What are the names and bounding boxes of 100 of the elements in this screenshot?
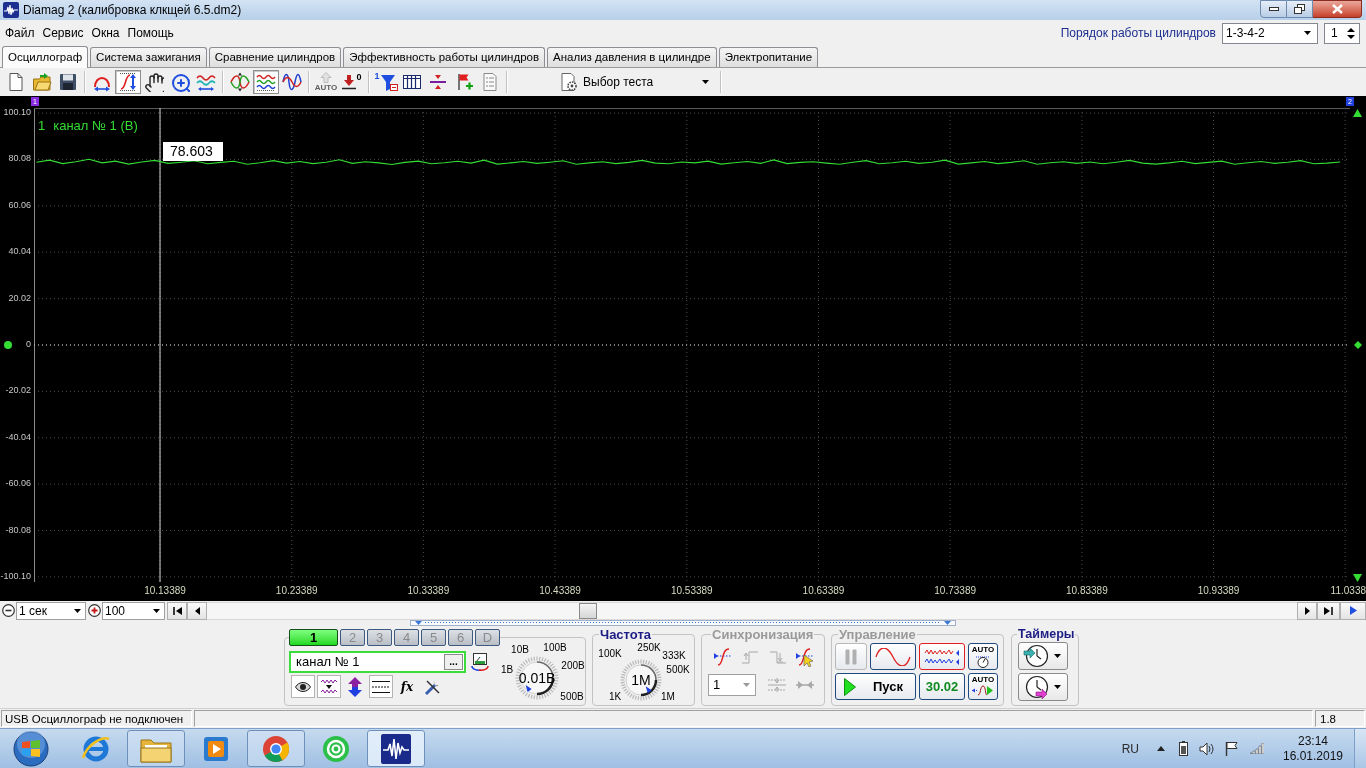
time-scale-select[interactable]: 1 сек: [16, 601, 86, 620]
page-icon: [6, 72, 26, 92]
caret-icon: [153, 608, 160, 613]
menu-item[interactable]: Помощь: [123, 24, 178, 42]
pause-icon: [845, 648, 857, 665]
x-axis-label: 10.83389: [1066, 585, 1108, 597]
y-axis-label: -100.10: [0, 570, 31, 582]
zoom-out-icon[interactable]: [2, 604, 15, 617]
converge-arrows-icon: [795, 680, 815, 690]
triangle-marker-icon[interactable]: [1353, 109, 1362, 117]
status-field: 1.8: [1315, 710, 1365, 727]
x-axis-label: 10.63389: [802, 585, 845, 597]
dial-label: 100В: [543, 641, 567, 653]
timer-start-button[interactable]: [1018, 642, 1068, 670]
timer-stop-button[interactable]: [1018, 673, 1068, 701]
caret-icon: [74, 608, 81, 613]
dial-value: 0.01В: [518, 670, 556, 686]
function-button[interactable]: fx: [395, 675, 419, 698]
meter-button[interactable]: [469, 651, 491, 673]
cylinder-order-select[interactable]: 1-3-4-2: [1222, 22, 1318, 44]
y-axis-label: -80.08: [5, 524, 31, 536]
x-axis-label: 10.43389: [539, 585, 581, 597]
step-down-icon: [768, 648, 787, 666]
concentric-rings-icon: [321, 733, 351, 764]
show-hidden-icon[interactable]: [1157, 746, 1165, 751]
group-title: Частота: [599, 627, 652, 642]
flag-icon[interactable]: [1225, 741, 1239, 756]
taskbar-app[interactable]: [367, 730, 425, 767]
volume-icon[interactable]: [1199, 741, 1215, 756]
y-axis-label: 20.02: [8, 292, 31, 304]
tab[interactable]: Система зажигания: [90, 47, 207, 67]
battery-icon[interactable]: [1179, 741, 1188, 756]
tab[interactable]: Осциллограф: [2, 46, 89, 68]
wave-shape-button[interactable]: [317, 675, 341, 698]
clock[interactable]: 23:14 16.01.2019: [1278, 733, 1348, 764]
group-title: Таймеры: [1017, 627, 1076, 642]
skip-forward-icon: [1324, 606, 1333, 615]
y-axis-label: -60.06: [5, 478, 31, 490]
zoom-in-icon: [170, 72, 190, 92]
close-button[interactable]: [1313, 0, 1362, 18]
zero-level-marker-icon[interactable]: [4, 341, 12, 349]
channel-name-field[interactable]: канал № 1 ...: [289, 651, 466, 673]
menu-item[interactable]: Окна: [87, 24, 124, 42]
caret-icon: [1054, 685, 1061, 689]
last-button[interactable]: [1317, 601, 1340, 620]
tab[interactable]: Эффективность работы цилиндров: [343, 47, 546, 67]
x-axis-label: 11.0338: [1330, 585, 1366, 597]
y-axis-label: 80.08: [8, 153, 31, 165]
stacked-waves-icon: [256, 72, 276, 92]
x-axis-label: 10.73389: [934, 585, 976, 597]
tab[interactable]: Сравнение цилиндров: [208, 47, 342, 67]
y-axis-label: 100.10: [3, 107, 31, 119]
voltage-dial[interactable]: [515, 656, 559, 700]
spin-arrows-icon: [1347, 26, 1355, 40]
menu-item[interactable]: Файл: [1, 24, 39, 42]
waveform-icon: [381, 733, 411, 764]
triangle-marker-icon[interactable]: [1353, 574, 1362, 582]
amplitude-select[interactable]: 100: [102, 601, 165, 620]
stacked-waves-button[interactable]: [253, 70, 279, 94]
window-title: Diamag 2 (калибровка клкщей 6.5.dm2): [23, 2, 242, 18]
overlapping-waves-icon: [282, 72, 302, 92]
left-triangle-icon: [194, 606, 200, 615]
dial-value: 1M: [631, 672, 651, 688]
first-button[interactable]: [167, 601, 187, 620]
meter-arrows-icon: [470, 652, 490, 672]
test-select[interactable]: Выбор теста: [511, 70, 717, 94]
wave-arrow-icon: [196, 72, 216, 92]
browse-button[interactable]: ...: [444, 654, 463, 670]
language-indicator[interactable]: RU: [1121, 739, 1139, 758]
zoom-in-icon[interactable]: [88, 604, 101, 617]
up-arrow-icon: [319, 72, 333, 83]
zero-button[interactable]: 0: [339, 70, 365, 94]
zero-level-marker-icon[interactable]: [1354, 341, 1362, 349]
next-button[interactable]: [1297, 601, 1317, 620]
visibility-button[interactable]: [291, 675, 315, 698]
previous-button[interactable]: [187, 601, 207, 620]
minimize-button[interactable]: [1260, 0, 1287, 18]
frequency-dial[interactable]: [620, 659, 662, 701]
panel-splitter[interactable]: [410, 620, 956, 626]
cross-waves-button[interactable]: [227, 70, 253, 94]
tab[interactable]: Анализ давления в цилиндре: [547, 47, 717, 67]
play-icon: [844, 677, 856, 696]
filter-button[interactable]: 1: [373, 70, 399, 94]
dial-label: 250K: [637, 641, 661, 653]
cylinder-spinner[interactable]: 1: [1324, 22, 1360, 44]
caret-icon: [743, 683, 750, 687]
x-axis-label: 10.13389: [144, 585, 186, 597]
checklist-icon: [480, 72, 500, 92]
tab[interactable]: Электропитание: [718, 47, 819, 67]
document-gear-icon: [559, 72, 579, 92]
dial-label: 333K: [662, 649, 686, 661]
channel-number: 1: [38, 118, 46, 133]
restore-button[interactable]: [1287, 0, 1313, 18]
vertical-scale-button[interactable]: [115, 70, 141, 94]
play-button[interactable]: [1340, 601, 1366, 620]
line-style-button[interactable]: [369, 675, 393, 698]
channel-button[interactable]: 1: [289, 629, 338, 646]
scroll-thumb[interactable]: [579, 602, 597, 619]
restore-icon: [1294, 4, 1305, 14]
menu-item[interactable]: Сервис: [38, 24, 88, 42]
